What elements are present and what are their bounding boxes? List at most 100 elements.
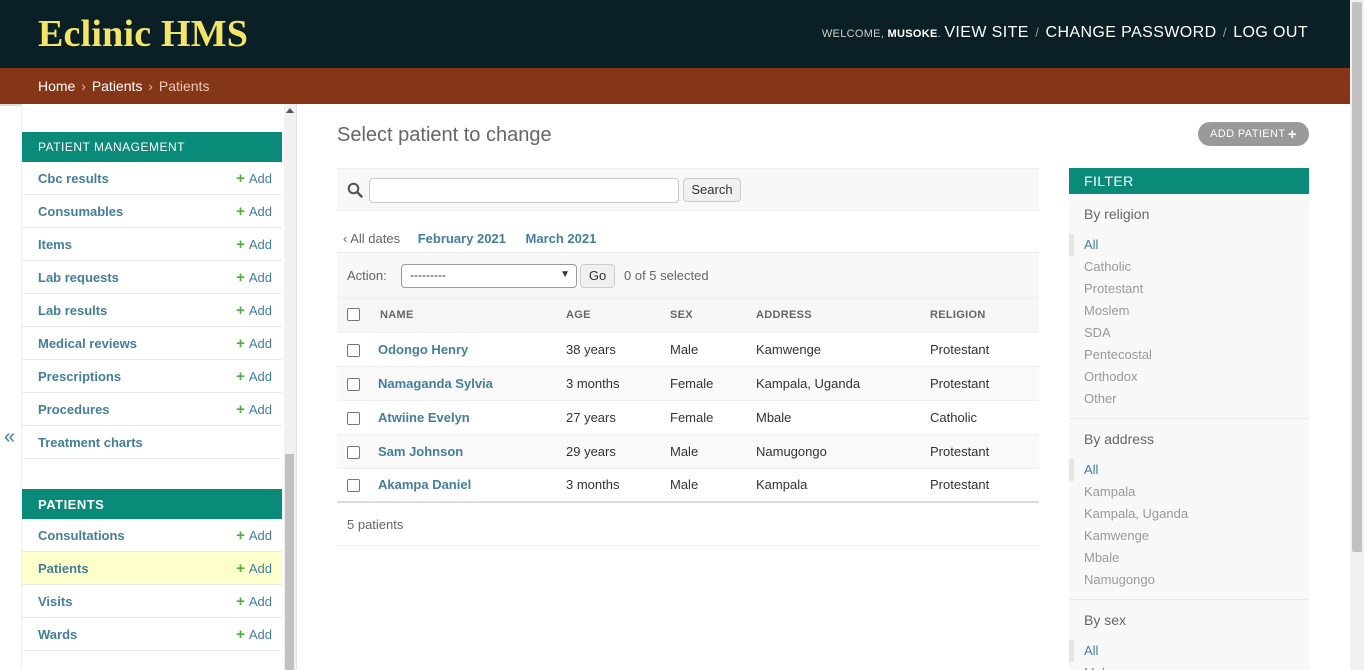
plus-icon: + xyxy=(236,301,245,319)
change-password-link[interactable]: CHANGE PASSWORD xyxy=(1045,24,1216,41)
row-checkbox[interactable] xyxy=(347,377,360,391)
add-lab-requests-link[interactable]: + Add xyxy=(236,270,272,285)
username: MUSOKE xyxy=(887,28,938,40)
search-button[interactable]: Search xyxy=(683,178,741,202)
filter-option[interactable]: Namugongo xyxy=(1084,569,1294,591)
patient-link[interactable]: Atwiine Evelyn xyxy=(378,410,470,425)
welcome-text: WELCOME, xyxy=(821,28,885,40)
breadcrumb-app-patients[interactable]: Patients xyxy=(92,78,143,94)
patient-link[interactable]: Akampa Daniel xyxy=(378,477,471,492)
module-caption-patient-management[interactable]: PATIENT MANAGEMENT xyxy=(22,132,282,162)
row-checkbox[interactable] xyxy=(347,445,360,459)
add-items-link[interactable]: + Add xyxy=(236,237,272,252)
sidebar-item-label[interactable]: Lab results xyxy=(38,303,107,318)
sidebar-item-label[interactable]: Medical reviews xyxy=(38,336,137,351)
filter-option[interactable]: Kamwenge xyxy=(1084,525,1294,547)
filter-option[interactable]: Other xyxy=(1084,388,1294,410)
age-cell: 38 years xyxy=(566,332,670,367)
add-prescriptions-link[interactable]: + Add xyxy=(236,369,272,384)
sidebar-item-label[interactable]: Treatment charts xyxy=(38,435,143,450)
sex-cell: Male xyxy=(670,468,756,503)
add-lab-results-link[interactable]: + Add xyxy=(236,303,272,318)
sidebar-divider xyxy=(296,104,297,670)
row-checkbox[interactable] xyxy=(347,479,360,493)
view-site-link[interactable]: VIEW SITE xyxy=(944,24,1029,41)
name-cell: Akampa Daniel xyxy=(370,468,566,503)
column-header-sex[interactable]: SEX xyxy=(670,298,756,333)
breadcrumb-home[interactable]: Home xyxy=(38,78,75,94)
changelist-search: Search xyxy=(337,168,1039,211)
log-out-link[interactable]: LOG OUT xyxy=(1233,24,1308,41)
sidebar-item-label[interactable]: Lab requests xyxy=(38,270,119,285)
filter-option[interactable]: Protestant xyxy=(1084,278,1294,300)
select-all-checkbox[interactable] xyxy=(347,308,360,322)
filter-option[interactable]: All xyxy=(1069,234,1294,256)
site-brand[interactable]: Eclinic HMS xyxy=(38,12,248,56)
filter-option[interactable]: All xyxy=(1069,459,1294,481)
sidebar-item-label[interactable]: Patients xyxy=(38,561,89,576)
date-link-march-2021[interactable]: March 2021 xyxy=(526,231,597,246)
admin-page: Eclinic HMS WELCOME, MUSOKE. VIEW SITE /… xyxy=(0,0,1364,670)
search-input[interactable] xyxy=(369,178,679,203)
row-checkbox[interactable] xyxy=(347,411,360,425)
plus-icon: + xyxy=(236,334,245,352)
filter-group-title: By religion xyxy=(1084,206,1150,222)
module-caption-patients[interactable]: PATIENTS xyxy=(22,489,282,519)
add-patient-label: ADD PATIENT xyxy=(1210,128,1286,140)
all-dates-link[interactable]: ‹ All dates xyxy=(343,231,400,246)
patient-link[interactable]: Odongo Henry xyxy=(378,342,468,357)
column-header-religion[interactable]: RELIGION xyxy=(930,298,1039,333)
filter-option[interactable]: Mbale xyxy=(1084,547,1294,569)
add-medical-reviews-link[interactable]: + Add xyxy=(236,336,272,351)
filter-option[interactable]: Pentecostal xyxy=(1084,344,1294,366)
row-checkbox[interactable] xyxy=(347,343,360,357)
add-patients-link[interactable]: + Add xyxy=(236,561,272,576)
patient-link[interactable]: Sam Johnson xyxy=(378,444,463,459)
sidebar-item-label[interactable]: Items xyxy=(38,237,72,252)
sidebar-item-label[interactable]: Cbc results xyxy=(38,171,109,186)
sidebar-item-patients: Patients + Add xyxy=(22,552,282,585)
site-header: Eclinic HMS WELCOME, MUSOKE. VIEW SITE /… xyxy=(0,0,1350,68)
date-link-february-2021[interactable]: February 2021 xyxy=(418,231,506,246)
sidebar-item-label[interactable]: Procedures xyxy=(38,402,110,417)
sidebar-item-label[interactable]: Visits xyxy=(38,594,72,609)
filter-option[interactable]: SDA xyxy=(1084,322,1294,344)
sidebar-item-label[interactable]: Consultations xyxy=(38,528,125,543)
user-tools-separator: / xyxy=(1035,25,1040,40)
column-header-address[interactable]: ADDRESS xyxy=(756,298,930,333)
add-consumables-link[interactable]: + Add xyxy=(236,204,272,219)
sidebar-scrollbar-thumb[interactable] xyxy=(285,454,294,670)
filter-option[interactable]: Kampala, Uganda xyxy=(1084,503,1294,525)
column-header-age[interactable]: AGE xyxy=(566,298,670,333)
filter-option[interactable]: All xyxy=(1069,640,1294,662)
sidebar-item-label[interactable]: Prescriptions xyxy=(38,369,121,384)
go-button[interactable]: Go xyxy=(580,264,615,288)
add-label: Add xyxy=(248,203,272,219)
filter-title: FILTER xyxy=(1069,168,1309,194)
add-consultations-link[interactable]: + Add xyxy=(236,528,272,543)
filter-option[interactable]: Kampala xyxy=(1084,481,1294,503)
scroll-up-arrow-icon[interactable] xyxy=(286,108,294,113)
toggle-nav-sidebar[interactable]: « xyxy=(0,104,22,670)
add-wards-link[interactable]: + Add xyxy=(236,627,272,642)
collapse-sidebar-icon[interactable]: « xyxy=(4,426,15,449)
add-label: Add xyxy=(248,368,272,384)
paginator: 5 patients xyxy=(337,503,1039,546)
sidebar-item-label[interactable]: Consumables xyxy=(38,204,123,219)
plus-icon: + xyxy=(236,235,245,253)
patient-link[interactable]: Namaganda Sylvia xyxy=(378,376,493,391)
column-header-name[interactable]: NAME xyxy=(370,298,566,333)
add-procedures-link[interactable]: + Add xyxy=(236,402,272,417)
action-counter: 0 of 5 selected xyxy=(624,268,709,283)
add-cbc-results-link[interactable]: + Add xyxy=(236,171,272,186)
filter-option[interactable]: Moslem xyxy=(1084,300,1294,322)
page-scrollbar-thumb[interactable] xyxy=(1352,2,1362,552)
filter-option[interactable]: Catholic xyxy=(1084,256,1294,278)
sidebar-item-label[interactable]: Wards xyxy=(38,627,77,642)
add-visits-link[interactable]: + Add xyxy=(236,594,272,609)
add-patient-button[interactable]: ADD PATIENT + xyxy=(1198,122,1309,146)
filter-option[interactable]: Orthodox xyxy=(1084,366,1294,388)
filter-option[interactable]: Male xyxy=(1084,662,1294,670)
page-title: Select patient to change xyxy=(337,124,552,146)
action-select[interactable]: --------- ▼ xyxy=(401,264,577,288)
